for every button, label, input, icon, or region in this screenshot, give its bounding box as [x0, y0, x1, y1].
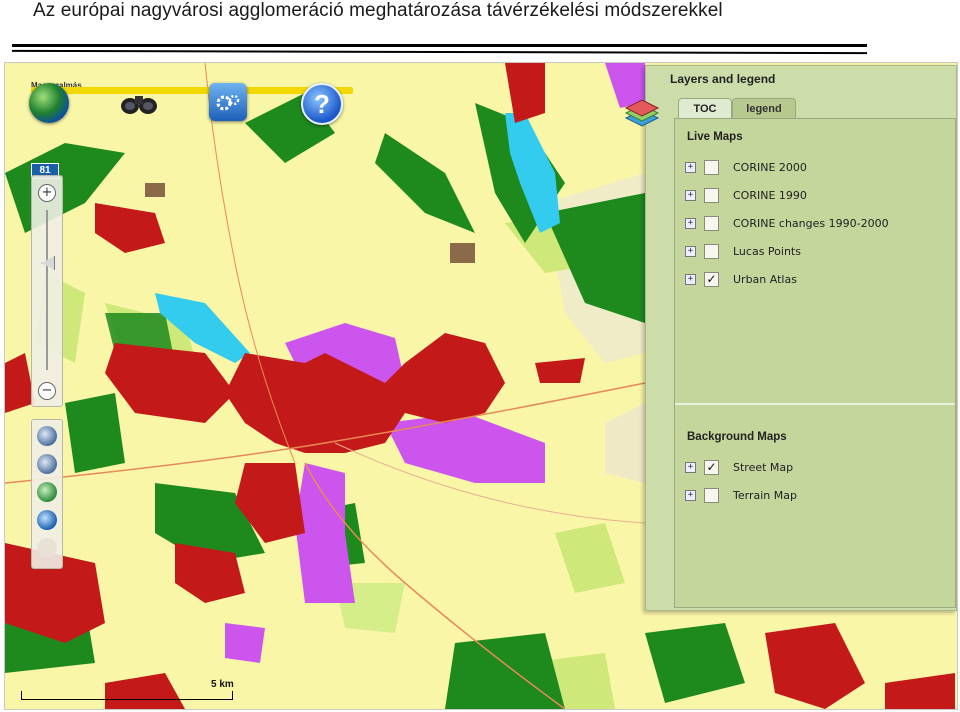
- map-viewer[interactable]: Magyaralmás ? 81 + − 5 km: [4, 62, 958, 710]
- map-pasture-area: [555, 523, 625, 593]
- expand-icon[interactable]: +: [685, 217, 696, 229]
- layer-row-terrain-map: + Terrain Map: [685, 487, 797, 503]
- layer-checkbox[interactable]: [704, 487, 719, 503]
- title-rule: [12, 44, 867, 47]
- zoom-out-button[interactable]: −: [38, 382, 56, 400]
- expand-icon[interactable]: +: [685, 273, 696, 285]
- layer-row-urban-atlas: + ✓ Urban Atlas: [685, 271, 797, 287]
- map-industrial-area: [225, 623, 265, 663]
- map-pasture-area: [605, 403, 645, 483]
- map-mine-area: [450, 243, 475, 263]
- title-rule-secondary: [11, 49, 868, 55]
- zoom-extent-icon[interactable]: [37, 482, 57, 502]
- layer-checkbox[interactable]: [704, 243, 719, 259]
- layer-label: CORINE 1990: [733, 188, 807, 202]
- zoom-slider-track[interactable]: [46, 210, 48, 370]
- expand-icon[interactable]: +: [685, 461, 696, 473]
- section-divider: [675, 403, 955, 405]
- layer-row-corine-2000: + CORINE 2000: [685, 159, 807, 175]
- scale-label: 5 km: [211, 679, 234, 690]
- map-forest-area: [375, 133, 475, 233]
- layer-label: Urban Atlas: [733, 272, 797, 286]
- settings-icon[interactable]: [209, 83, 247, 121]
- layer-label: Terrain Map: [733, 488, 797, 502]
- layer-label: Lucas Points: [733, 244, 801, 258]
- background-maps-heading: Background Maps: [687, 431, 787, 443]
- toc-panel: Live Maps + CORINE 2000 + CORINE 1990 + …: [674, 118, 956, 608]
- scale-bar: [21, 691, 233, 700]
- map-urban-area: [105, 343, 235, 423]
- layers-panel-title: Layers and legend: [670, 72, 776, 86]
- globe-icon[interactable]: [29, 83, 69, 123]
- map-urban-area: [535, 358, 585, 383]
- help-icon[interactable]: ?: [301, 83, 343, 125]
- full-extent-icon[interactable]: [37, 510, 57, 530]
- map-tools-panel: [31, 419, 63, 569]
- map-urban-area: [95, 203, 165, 253]
- tab-legend[interactable]: legend: [732, 98, 796, 119]
- pan-hand-icon[interactable]: [37, 538, 57, 558]
- layer-checkbox[interactable]: [704, 215, 719, 231]
- live-maps-heading: Live Maps: [687, 131, 743, 143]
- tab-toc[interactable]: TOC: [678, 98, 732, 119]
- zoom-in-icon[interactable]: [37, 426, 57, 446]
- layer-label: CORINE changes 1990-2000: [733, 216, 889, 230]
- zoom-navigation-panel: + −: [31, 175, 63, 407]
- layer-checkbox[interactable]: [704, 187, 719, 203]
- map-forest-area: [645, 623, 745, 703]
- zoom-slider-handle[interactable]: [41, 256, 55, 270]
- layer-checkbox[interactable]: [704, 159, 719, 175]
- expand-icon[interactable]: +: [685, 189, 696, 201]
- map-mine-area: [145, 183, 165, 197]
- layer-row-lucas-points: + Lucas Points: [685, 243, 801, 259]
- layer-label: CORINE 2000: [733, 160, 807, 174]
- zoom-in-button[interactable]: +: [38, 184, 56, 202]
- map-urban-area: [885, 673, 955, 709]
- layer-row-street-map: + ✓ Street Map: [685, 459, 793, 475]
- map-urban-area: [765, 623, 865, 709]
- zoom-out-icon[interactable]: [37, 454, 57, 474]
- map-forest-area: [65, 393, 125, 473]
- expand-icon[interactable]: +: [685, 245, 696, 257]
- layer-row-corine-changes: + CORINE changes 1990-2000: [685, 215, 889, 231]
- layer-checkbox[interactable]: ✓: [704, 271, 719, 287]
- layer-checkbox[interactable]: ✓: [704, 459, 719, 475]
- layer-label: Street Map: [733, 460, 794, 474]
- binoculars-icon[interactable]: [119, 83, 159, 123]
- expand-icon[interactable]: +: [685, 489, 696, 501]
- layers-icon[interactable]: [624, 100, 660, 128]
- map-forest-area: [445, 633, 565, 709]
- layer-row-corine-1990: + CORINE 1990: [685, 187, 807, 203]
- layers-panel: Layers and legend TOC legend Live Maps +…: [624, 65, 957, 611]
- slide-title: Az európai nagyvárosi agglomeráció megha…: [33, 0, 723, 21]
- expand-icon[interactable]: +: [685, 161, 696, 173]
- map-industrial-area: [385, 413, 545, 483]
